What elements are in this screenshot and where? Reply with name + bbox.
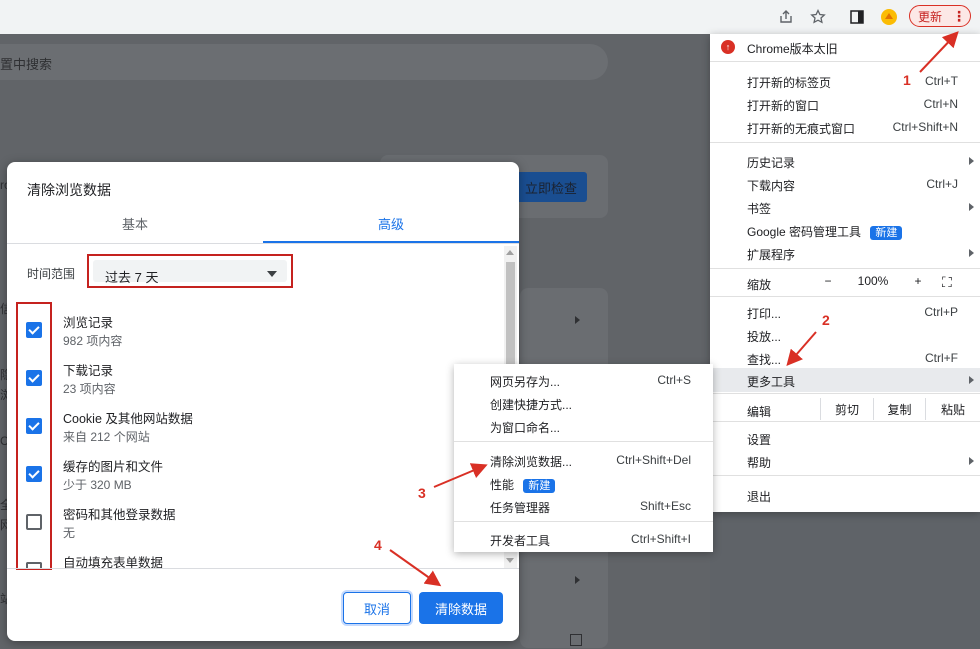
arrow-step-1 [919,31,959,73]
arrow-step-3 [433,463,488,488]
annotation-step-4: 4 [374,537,382,553]
annotation-step-3: 3 [418,485,426,501]
arrow-step-2 [786,331,817,367]
annotation-step-2: 2 [822,312,830,328]
arrow-step-4 [389,549,442,587]
annotation-arrows [389,31,959,587]
annotation-step-1: 1 [903,72,911,88]
